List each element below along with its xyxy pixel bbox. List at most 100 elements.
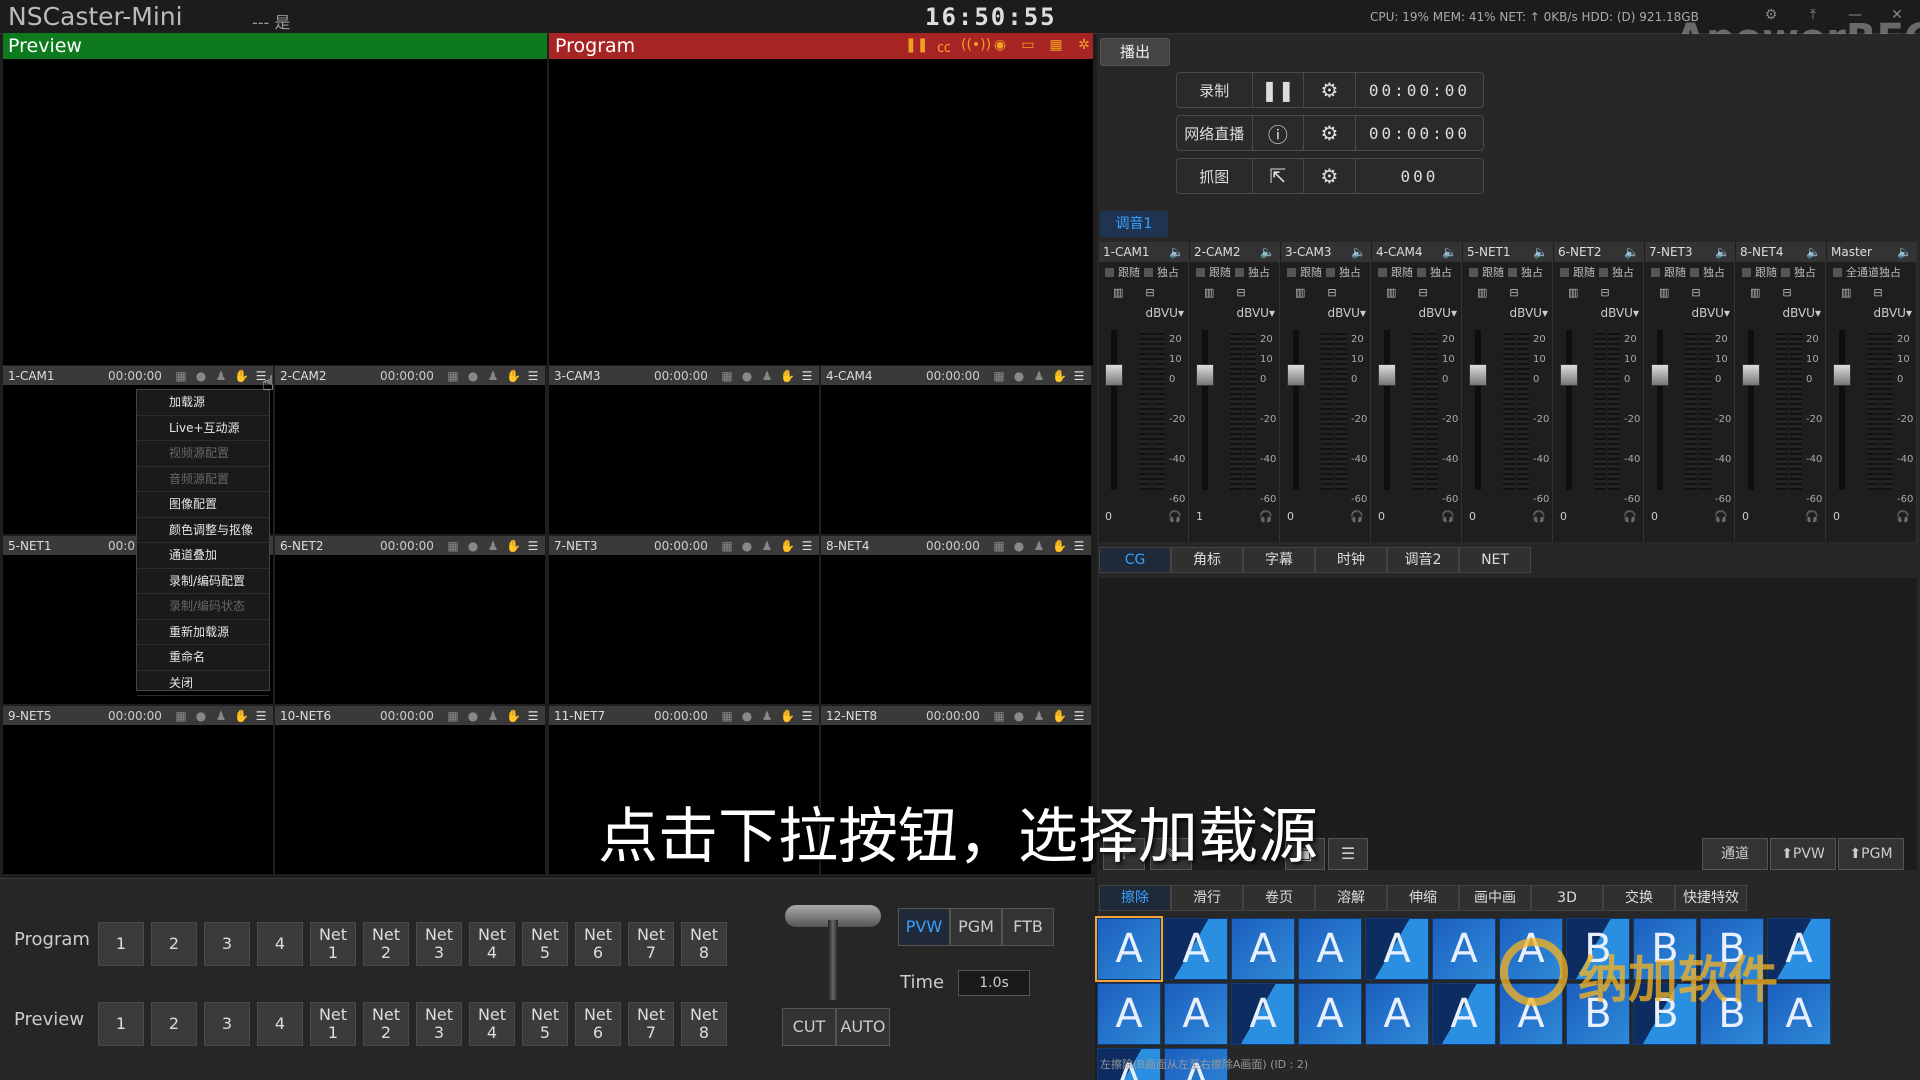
volume-fader[interactable]: [1196, 364, 1214, 386]
eq-icon[interactable]: ⊟: [1509, 286, 1518, 299]
dot-icon[interactable]: ●: [466, 369, 480, 383]
record-icon[interactable]: ◉: [989, 37, 1011, 55]
program-bus-button[interactable]: 2: [151, 922, 197, 966]
menu-item-reload-source[interactable]: 重新加载源: [137, 620, 269, 645]
speaker-icon[interactable]: 🔈: [1260, 242, 1275, 262]
solo-checkbox[interactable]: [1326, 267, 1335, 277]
transition-effect-tile[interactable]: A: [1365, 983, 1429, 1045]
meter-icon[interactable]: ▥: [1750, 286, 1760, 299]
preview-monitor[interactable]: [3, 59, 547, 365]
preview-bus-button[interactable]: 4: [257, 1002, 303, 1046]
headphone-icon[interactable]: 🎧: [1805, 510, 1825, 523]
dropdown-icon[interactable]: ☰: [1072, 709, 1086, 723]
menu-item-image-config[interactable]: 图像配置: [137, 492, 269, 518]
headphone-icon[interactable]: 🎧: [1259, 510, 1279, 523]
eq-icon[interactable]: ⊟: [1873, 286, 1882, 299]
hand-icon[interactable]: ✋: [780, 369, 795, 383]
solo-checkbox[interactable]: [1690, 267, 1699, 277]
transition-tab[interactable]: 卷页: [1243, 885, 1315, 911]
headphone-icon[interactable]: 🎧: [1168, 510, 1188, 523]
grid-icon[interactable]: ▦: [446, 369, 460, 383]
meter-icon[interactable]: ▥: [1295, 286, 1305, 299]
dbvu-dropdown[interactable]: dBVU▾: [1372, 306, 1461, 320]
grid-icon[interactable]: ▦: [992, 539, 1006, 553]
preview-bus-button[interactable]: Net 3: [416, 1002, 462, 1046]
grid-icon[interactable]: ▦: [992, 369, 1006, 383]
follow-checkbox[interactable]: [1378, 267, 1387, 277]
auto-button[interactable]: AUTO: [836, 1008, 890, 1046]
volume-fader[interactable]: [1378, 364, 1396, 386]
preview-bus-button[interactable]: 1: [98, 1002, 144, 1046]
eq-icon[interactable]: ⊟: [1236, 286, 1245, 299]
dbvu-dropdown[interactable]: dBVU▾: [1099, 306, 1188, 320]
speaker-icon[interactable]: 🔈: [1624, 242, 1639, 262]
channel-button[interactable]: 通道: [1702, 838, 1768, 870]
menu-item-close[interactable]: 关闭: [137, 671, 269, 696]
capture-button[interactable]: 抓图: [1177, 159, 1253, 193]
preview-bus-button[interactable]: Net 1: [310, 1002, 356, 1046]
volume-fader[interactable]: [1287, 364, 1305, 386]
grid-icon[interactable]: ▦: [720, 369, 734, 383]
ftb-button[interactable]: FTB: [1002, 908, 1054, 946]
speaker-icon[interactable]: 🔈: [1351, 242, 1366, 262]
record-settings-icon[interactable]: ⚙: [1304, 73, 1356, 107]
program-bus-button[interactable]: Net 6: [575, 922, 621, 966]
to-pgm-button[interactable]: ⬆PGM: [1838, 838, 1904, 870]
tab-broadcast[interactable]: 播出: [1100, 38, 1170, 66]
grid-icon[interactable]: ▦: [992, 709, 1006, 723]
program-bus-button[interactable]: Net 8: [681, 922, 727, 966]
to-pvw-button[interactable]: ⬆PVW: [1770, 838, 1836, 870]
meter-icon[interactable]: ▥: [1568, 286, 1578, 299]
headphone-icon[interactable]: 🎧: [1623, 510, 1643, 523]
dropdown-icon[interactable]: ☰: [1072, 539, 1086, 553]
user-icon[interactable]: ♟: [1032, 369, 1046, 383]
dbvu-dropdown[interactable]: dBVU▾: [1463, 306, 1552, 320]
cut-button[interactable]: CUT: [782, 1008, 836, 1046]
meter-icon[interactable]: ▥: [1841, 286, 1851, 299]
user-icon[interactable]: ♟: [214, 709, 228, 723]
dot-icon[interactable]: ●: [194, 709, 208, 723]
solo-checkbox[interactable]: [1508, 267, 1517, 277]
solo-checkbox[interactable]: [1144, 267, 1153, 277]
source-screen[interactable]: 8-NET4 00:00:00 ▦ ● ♟ ✋ ☰: [821, 536, 1091, 704]
speaker-icon[interactable]: 🔈: [1169, 242, 1184, 262]
pause-icon[interactable]: ❚❚: [1253, 73, 1305, 107]
source-screen[interactable]: 3-CAM3 00:00:00 ▦ ● ♟ ✋ ☰: [549, 366, 819, 534]
meter-icon[interactable]: ▥: [1113, 286, 1123, 299]
dot-icon[interactable]: ●: [466, 539, 480, 553]
follow-checkbox[interactable]: [1287, 267, 1296, 277]
source-screen[interactable]: 4-CAM4 00:00:00 ▦ ● ♟ ✋ ☰: [821, 366, 1091, 534]
hand-icon[interactable]: ✋: [780, 709, 795, 723]
menu-item-color-keying[interactable]: 颜色调整与抠像: [137, 518, 269, 543]
volume-fader[interactable]: [1833, 364, 1851, 386]
eq-icon[interactable]: ⊟: [1145, 286, 1154, 299]
eq-icon[interactable]: ⊟: [1327, 286, 1336, 299]
volume-fader[interactable]: [1469, 364, 1487, 386]
follow-checkbox[interactable]: [1560, 267, 1569, 277]
dropdown-icon[interactable]: ☰: [800, 539, 814, 553]
menu-item-live-interactive[interactable]: Live+互动源: [137, 416, 269, 441]
transition-tab[interactable]: 快捷特效: [1675, 885, 1747, 911]
dropdown-icon[interactable]: ☰: [800, 709, 814, 723]
dropdown-icon[interactable]: ☰: [526, 369, 540, 383]
hand-icon[interactable]: ✋: [780, 539, 795, 553]
dropdown-icon[interactable]: ☰: [526, 709, 540, 723]
headphone-icon[interactable]: 🎧: [1714, 510, 1734, 523]
dot-icon[interactable]: ●: [740, 369, 754, 383]
program-bus-button[interactable]: Net 2: [363, 922, 409, 966]
dbvu-dropdown[interactable]: dBVU▾: [1190, 306, 1279, 320]
speaker-icon[interactable]: 🔈: [1806, 242, 1821, 262]
menu-item-record-encode-config[interactable]: 录制/编码配置: [137, 569, 269, 594]
headphone-icon[interactable]: 🎧: [1532, 510, 1552, 523]
dropdown-icon[interactable]: ☰: [1072, 369, 1086, 383]
record-button[interactable]: 录制: [1177, 73, 1253, 107]
grid-icon[interactable]: ▦: [1045, 37, 1067, 55]
hand-icon[interactable]: ✋: [234, 369, 249, 383]
dropdown-icon[interactable]: ☰: [800, 369, 814, 383]
eq-icon[interactable]: ⊟: [1600, 286, 1609, 299]
transition-tab[interactable]: 滑行: [1171, 885, 1243, 911]
dot-icon[interactable]: ●: [1012, 709, 1026, 723]
transition-effect-tile[interactable]: A: [1298, 983, 1362, 1045]
eq-icon[interactable]: ⊟: [1782, 286, 1791, 299]
overlay-tab[interactable]: 字幕: [1243, 547, 1315, 573]
